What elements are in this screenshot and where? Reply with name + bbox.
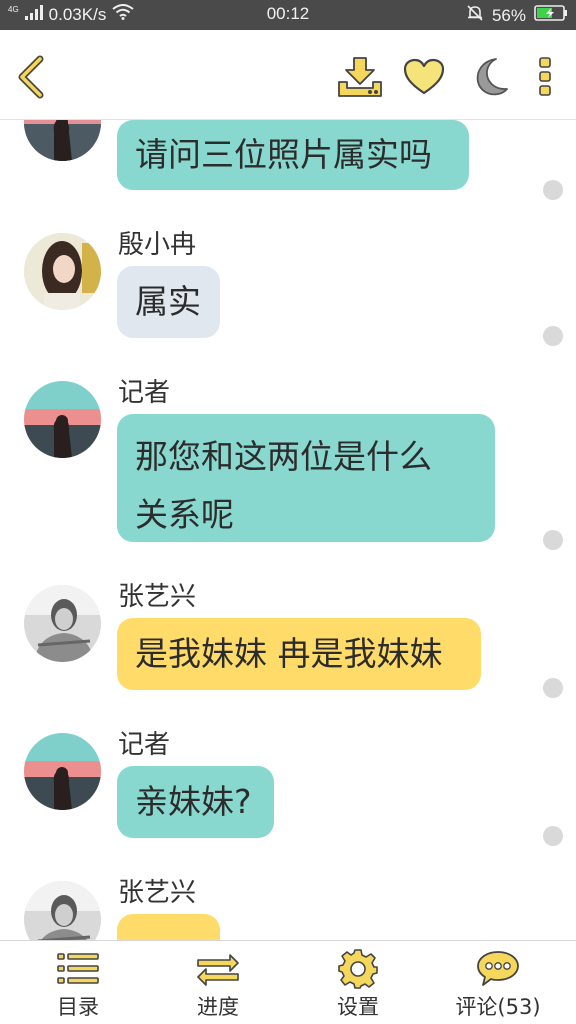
sender-name: 张艺兴 <box>118 582 197 612</box>
status-right: 56% <box>466 4 568 27</box>
message-bubble[interactable]: 请问三位照片属实吗 <box>117 120 469 190</box>
list-icon <box>18 949 138 989</box>
nav-progress[interactable]: 进度 <box>158 949 278 1021</box>
avatar[interactable] <box>24 881 101 940</box>
reader-toolbar <box>0 30 576 120</box>
read-status-dot <box>543 326 563 346</box>
back-arrow-icon[interactable] <box>8 54 54 100</box>
message-line: 那您和这两位是什么 <box>135 437 432 476</box>
avatar[interactable] <box>24 733 101 810</box>
battery-icon <box>534 5 568 26</box>
nav-comments[interactable]: 评论(53) <box>438 949 558 1021</box>
status-bar: 4G 0.03K/s 00:12 56% <box>0 0 576 30</box>
chat-list: 请问三位照片属实吗 殷小冉 属实 记者 那您和这两位是什么 关系呢 张艺兴 是我… <box>0 120 576 940</box>
download-icon[interactable] <box>337 54 383 100</box>
sender-name: 记者 <box>118 378 171 408</box>
battery-percent: 56% <box>491 5 526 25</box>
sender-name: 殷小冉 <box>118 230 197 260</box>
avatar[interactable] <box>24 381 101 458</box>
message-bubble[interactable]: 是我妹妹 冉是我妹妹 <box>117 618 481 690</box>
read-status-dot <box>543 530 563 550</box>
bottom-nav: 目录 进度 设置 评论(53) <box>0 940 576 1024</box>
moon-icon[interactable] <box>465 54 511 100</box>
mute-bell-icon <box>466 4 484 27</box>
sender-name: 张艺兴 <box>118 878 197 908</box>
nav-settings[interactable]: 设置 <box>298 949 418 1021</box>
message-bubble[interactable] <box>117 914 220 940</box>
avatar[interactable] <box>24 233 101 310</box>
message-line: 关系呢 <box>135 495 234 534</box>
avatar[interactable] <box>24 120 101 161</box>
nav-catalog[interactable]: 目录 <box>18 949 138 1021</box>
avatar[interactable] <box>24 585 101 662</box>
more-vertical-icon[interactable] <box>522 54 568 100</box>
read-status-dot <box>543 678 563 698</box>
sender-name: 记者 <box>118 730 171 760</box>
message-bubble[interactable]: 属实 <box>117 266 220 338</box>
message-bubble[interactable]: 亲妹妹? <box>117 766 274 838</box>
gear-icon <box>298 949 418 989</box>
read-status-dot <box>543 180 563 200</box>
reader-screen: 4G 0.03K/s 00:12 56% 请问三位照片属实吗 殷小冉 属实 记者… <box>0 0 576 1024</box>
nav-label: 进度 <box>197 995 239 1019</box>
nav-label: 设置 <box>337 995 379 1019</box>
nav-label: 目录 <box>57 995 99 1019</box>
message-bubble[interactable]: 那您和这两位是什么 关系呢 <box>117 414 495 542</box>
nav-label: 评论(53) <box>455 995 541 1019</box>
heart-icon[interactable] <box>401 54 447 100</box>
read-status-dot <box>543 826 563 846</box>
comment-bubble-icon <box>438 949 558 989</box>
swap-arrows-icon <box>158 949 278 989</box>
